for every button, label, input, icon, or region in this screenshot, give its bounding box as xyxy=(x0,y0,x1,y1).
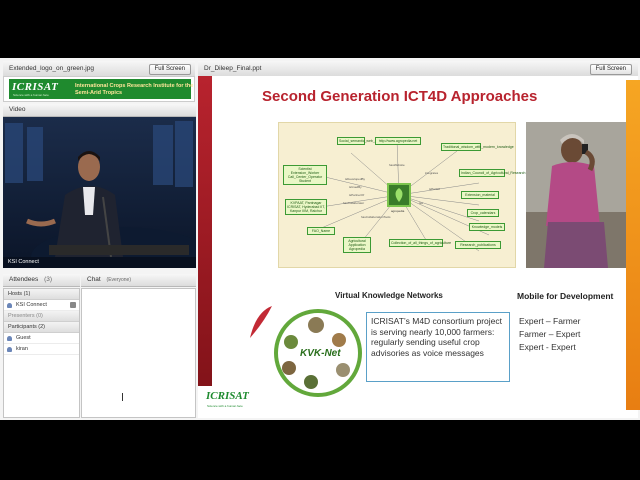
crop-photo-icon xyxy=(282,361,296,375)
edge-label: hasCollaborationTools xyxy=(361,215,391,219)
attendee-row[interactable]: KSI Connect xyxy=(4,300,79,311)
edge-label: isPartnerOf xyxy=(349,193,365,197)
ontology-node: Collection_of_all_things_of_agriculture xyxy=(389,239,452,247)
guest-person-icon xyxy=(7,336,12,341)
agropedia-center-node xyxy=(387,183,411,207)
woman-on-phone-photo xyxy=(526,122,626,268)
mobile-line: Expert – Farmer xyxy=(519,316,581,326)
presentation-slide: Second Generation ICT4D Approaches http:… xyxy=(198,76,638,418)
attendees-header: Attendees (3) xyxy=(3,274,80,287)
leaf-icon xyxy=(395,188,403,202)
slide-side-bar xyxy=(198,76,212,418)
image-pod-header: Extended_logo_on_green.jpg Full Screen xyxy=(3,61,195,77)
crop-photo-icon xyxy=(308,317,324,333)
vkn-description: ICRISAT’s M4D consortium project is serv… xyxy=(366,312,510,382)
slide-icrisat-logo: ICRISAT Science with a human face xyxy=(198,386,258,418)
participant-name: Guest xyxy=(16,335,31,341)
presenters-section[interactable]: Presenters (0) xyxy=(4,311,79,322)
ontology-node: http://www.agropedia.net xyxy=(375,137,421,145)
kvk-net-wordmark: KVK-Net xyxy=(300,348,341,359)
chat-title: Chat xyxy=(87,276,101,283)
host-name: KSI Connect xyxy=(16,302,47,308)
ontology-node: Knowledge_models xyxy=(469,223,505,231)
share-pod-filename: Dr_Dileep_Final.ppt xyxy=(204,65,262,72)
participant-name: kiran xyxy=(16,346,28,352)
mobile-line: Expert - Expert xyxy=(519,342,576,352)
mobile-line: Farmer – Expert xyxy=(519,329,581,339)
slide-logo-word: ICRISAT xyxy=(206,390,249,402)
ontology-node: Indian_Council_of_Agricultural_Research xyxy=(459,169,526,177)
ontology-node: Scientist Extension_Worker Call_Center_O… xyxy=(283,165,327,185)
video-feed[interactable]: KSI Connect xyxy=(3,117,196,268)
vkn-title: Virtual Knowledge Networks xyxy=(335,291,443,300)
text-cursor xyxy=(122,393,123,401)
speaker-video-frame xyxy=(3,117,196,268)
attendees-count: (3) xyxy=(44,276,53,283)
ontology-node: Social_semantic_web_application_for_agri… xyxy=(337,137,416,145)
crop-photo-icon xyxy=(304,375,318,389)
chat-panel[interactable] xyxy=(81,288,196,418)
crop-photo-icon xyxy=(332,333,346,347)
edge-label: integrates xyxy=(425,171,439,175)
edge-label: isUsedBy xyxy=(349,185,362,189)
participants-section[interactable]: Participants (2) xyxy=(4,322,79,333)
chat-scope: (Everyone) xyxy=(106,277,131,283)
attendees-list: Hosts (1) KSI Connect Presenters (0) Par… xyxy=(3,288,80,418)
microphone-icon xyxy=(70,302,76,308)
video-caption: KSI Connect xyxy=(8,259,39,265)
mobile-title: Mobile for Development xyxy=(517,291,614,301)
crop-photo-icon xyxy=(284,335,298,349)
icrisat-logo-image: ICRISAT Science with a human face Intern… xyxy=(3,76,195,102)
ontology-node: Traditional_wisdom_with_modern_knowledge xyxy=(441,143,514,151)
logo-banner: ICRISAT Science with a human face Intern… xyxy=(9,79,193,99)
host-person-icon xyxy=(7,303,12,308)
edge-label: isa xyxy=(419,201,423,205)
logo-word: ICRISAT xyxy=(12,81,59,93)
logo-organization: International Crops Research Institute f… xyxy=(75,83,194,96)
edge-label: isPartOf xyxy=(429,187,440,191)
red-leaf-decoration xyxy=(250,306,272,338)
video-pod-header: Video xyxy=(3,104,196,117)
share-pod-header: Dr_Dileep_Final.ppt Full Screen xyxy=(198,61,638,77)
guest-person-icon xyxy=(7,347,12,352)
ontology-diagram: Social_semantic_web_application_for_agri… xyxy=(278,122,526,268)
edge-label: isDevelopedBy xyxy=(345,177,366,181)
logo-tagline: Science with a human face xyxy=(13,93,49,97)
kvk-net-logo: KVK-Net xyxy=(274,309,362,397)
ontology-node: FAO_Name xyxy=(307,227,335,235)
slide-logo-tagline: Science with a human face xyxy=(207,404,243,408)
image-pod-filename: Extended_logo_on_green.jpg xyxy=(9,65,94,72)
ontology-node: Agricultural Application Agropedia xyxy=(343,237,371,253)
edge-label: hasCollaborator xyxy=(343,201,365,205)
presenters-label: Presenters (0) xyxy=(8,313,43,319)
ontology-node: KVPAAT, Pantnagar ICRISAT, Hyderabad IIT… xyxy=(285,199,327,215)
video-pod-title: Video xyxy=(9,106,26,113)
share-pod-fullscreen-button[interactable]: Full Screen xyxy=(589,64,632,75)
attendees-title: Attendees xyxy=(9,276,39,283)
image-pod-fullscreen-button[interactable]: Full Screen xyxy=(148,64,191,75)
crop-photo-icon xyxy=(336,363,350,377)
orange-side-strip xyxy=(626,80,640,410)
chat-header: Chat (Everyone) xyxy=(81,274,196,287)
woman-on-phone-illustration xyxy=(526,122,626,268)
edge-label: agropedia xyxy=(391,209,405,213)
slide-title: Second Generation ICT4D Approaches xyxy=(262,88,538,105)
meeting-window: Extended_logo_on_green.jpg Full Screen I… xyxy=(0,0,640,480)
hosts-section[interactable]: Hosts (1) xyxy=(4,289,79,300)
attendee-row[interactable]: kiran xyxy=(4,344,79,355)
ontology-node: Research_publications xyxy=(455,241,501,249)
ontology-node: Crop_calendars xyxy=(467,209,499,217)
edge-label: hasWebsite xyxy=(389,163,405,167)
ontology-node: Extension_material xyxy=(461,191,499,199)
attendee-row[interactable]: Guest xyxy=(4,333,79,344)
